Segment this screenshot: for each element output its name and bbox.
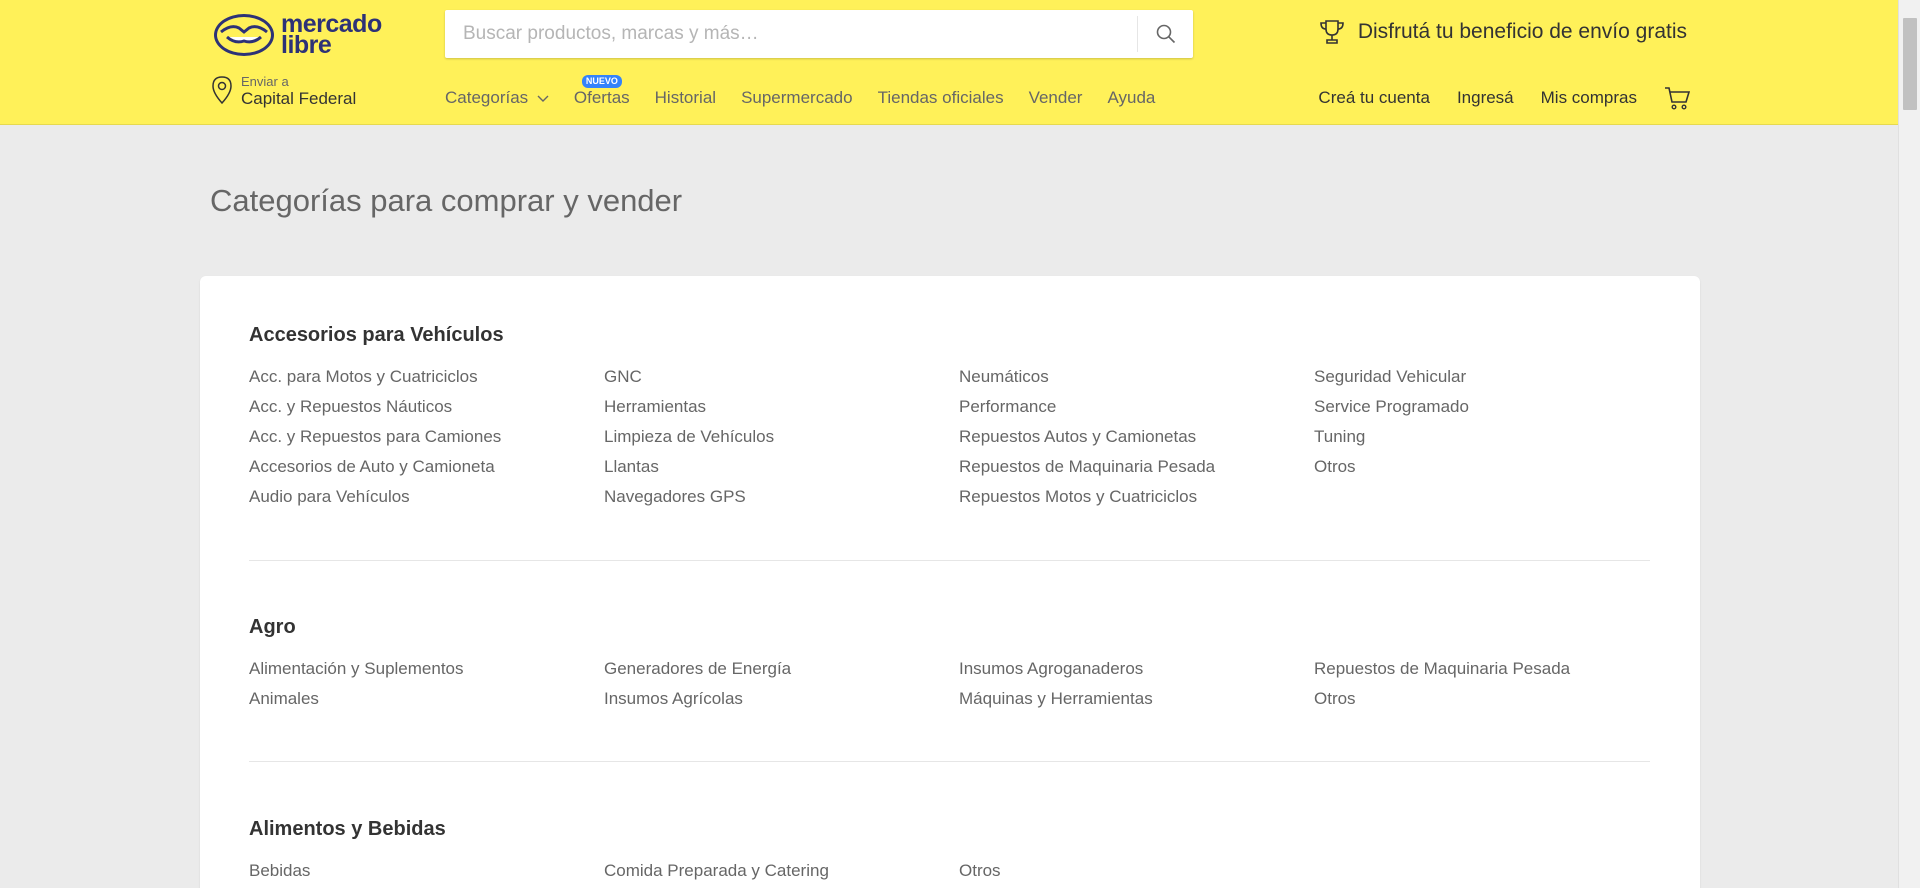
subcategory-grid: Acc. para Motos y Cuatriciclos Acc. y Re… — [249, 362, 1650, 512]
search-button[interactable] — [1137, 16, 1193, 52]
subcategory-link[interactable]: Insumos Agrícolas — [604, 684, 959, 714]
category-title[interactable]: Accesorios para Vehículos — [249, 322, 1650, 348]
subcategory-link[interactable]: Repuestos Motos y Cuatriciclos — [959, 482, 1314, 512]
subcategory-link[interactable]: Repuestos de Maquinaria Pesada — [959, 452, 1314, 482]
location-label: Enviar a — [241, 74, 289, 89]
account-nav: Creá tu cuenta Ingresá Mis compras — [1318, 86, 1690, 110]
subcategory-link[interactable]: Performance — [959, 392, 1314, 422]
subcategory-link[interactable]: Navegadores GPS — [604, 482, 959, 512]
header: mercado libre Disfrutá tu beneficio de e… — [0, 0, 1898, 125]
nav-categorias[interactable]: Categorías — [445, 88, 549, 108]
new-badge: NUEVO — [581, 75, 622, 88]
subcategory-link[interactable]: Neumáticos — [959, 362, 1314, 392]
nav-ofertas[interactable]: NUEVO Ofertas — [573, 75, 630, 108]
search-bar — [445, 10, 1193, 58]
subcategory-link[interactable]: Bebidas — [249, 856, 604, 886]
cart-icon[interactable] — [1664, 86, 1690, 110]
free-shipping-promo[interactable]: Disfrutá tu beneficio de envío gratis — [1318, 18, 1687, 46]
subcategory-grid: Bebidas Comida Preparada y Catering Otro… — [249, 856, 1650, 886]
subcategory-link[interactable]: Otros — [1314, 452, 1650, 482]
page-scrollbar[interactable] — [1898, 0, 1920, 888]
section-divider — [249, 761, 1650, 762]
subcategory-link[interactable]: Audio para Vehículos — [249, 482, 604, 512]
category-title[interactable]: Agro — [249, 614, 1650, 640]
subcategory-link[interactable]: Llantas — [604, 452, 959, 482]
category-section: Alimentos y Bebidas Bebidas Comida Prepa… — [249, 816, 1650, 886]
page-title: Categorías para comprar y vender — [210, 183, 683, 218]
subcategory-link[interactable]: Insumos Agroganaderos — [959, 654, 1314, 684]
subcategory-link[interactable]: Acc. y Repuestos Náuticos — [249, 392, 604, 422]
search-icon — [1156, 24, 1175, 44]
create-account-link[interactable]: Creá tu cuenta — [1318, 88, 1430, 108]
nav-tiendas-oficiales[interactable]: Tiendas oficiales — [878, 88, 1004, 108]
search-input[interactable] — [445, 10, 1137, 58]
my-purchases-link[interactable]: Mis compras — [1541, 88, 1637, 108]
category-section: Agro Alimentación y Suplementos Animales… — [249, 614, 1650, 714]
section-divider — [249, 560, 1650, 561]
handshake-logo-icon — [214, 14, 274, 56]
subcategory-link[interactable]: Limpieza de Vehículos — [604, 422, 959, 452]
logo-text-line2: libre — [281, 31, 332, 59]
subcategory-link[interactable]: Generadores de Energía — [604, 654, 959, 684]
main-nav: Categorías NUEVO Ofertas Historial Super… — [445, 75, 1155, 108]
subcategory-grid: Alimentación y Suplementos Animales Gene… — [249, 654, 1650, 714]
nav-categorias-label: Categorías — [445, 88, 529, 107]
login-link[interactable]: Ingresá — [1457, 88, 1514, 108]
categories-card: Accesorios para Vehículos Acc. para Moto… — [200, 276, 1700, 888]
subcategory-link[interactable]: Máquinas y Herramientas — [959, 684, 1314, 714]
subcategory-link[interactable]: Otros — [1314, 684, 1650, 714]
subcategory-link[interactable]: Repuestos de Maquinaria Pesada — [1314, 654, 1650, 684]
category-section: Accesorios para Vehículos Acc. para Moto… — [249, 322, 1650, 512]
subcategory-link[interactable]: Repuestos Autos y Camionetas — [959, 422, 1314, 452]
chevron-down-icon — [537, 95, 549, 102]
nav-ayuda[interactable]: Ayuda — [1107, 88, 1155, 108]
location-selector[interactable]: Enviar a Capital Federal — [211, 75, 356, 109]
nav-historial[interactable]: Historial — [655, 88, 716, 108]
subcategory-link[interactable]: Acc. para Motos y Cuatriciclos — [249, 362, 604, 392]
subcategory-link[interactable]: Acc. y Repuestos para Camiones — [249, 422, 604, 452]
nav-supermercado[interactable]: Supermercado — [741, 88, 853, 108]
subcategory-link[interactable]: Accesorios de Auto y Camioneta — [249, 452, 604, 482]
trophy-icon — [1320, 20, 1344, 44]
subcategory-link[interactable]: Comida Preparada y Catering — [604, 856, 959, 886]
category-title[interactable]: Alimentos y Bebidas — [249, 816, 1650, 842]
location-pin-icon — [212, 76, 232, 105]
nav-ofertas-label: Ofertas — [573, 88, 630, 107]
mercadolibre-logo[interactable]: mercado libre — [213, 12, 383, 58]
subcategory-link[interactable]: Otros — [959, 856, 1314, 886]
scrollbar-thumb[interactable] — [1903, 18, 1917, 110]
subcategory-link[interactable]: Service Programado — [1314, 392, 1650, 422]
subcategory-link[interactable]: Herramientas — [604, 392, 959, 422]
subcategory-link[interactable]: Alimentación y Suplementos — [249, 654, 604, 684]
subcategory-link[interactable]: GNC — [604, 362, 959, 392]
subcategory-link[interactable]: Seguridad Vehicular — [1314, 362, 1650, 392]
subcategory-link[interactable]: Tuning — [1314, 422, 1650, 452]
promo-text: Disfrutá tu beneficio de envío gratis — [1357, 20, 1687, 43]
location-value: Capital Federal — [241, 89, 357, 108]
nav-vender[interactable]: Vender — [1029, 88, 1083, 108]
subcategory-link[interactable]: Animales — [249, 684, 604, 714]
